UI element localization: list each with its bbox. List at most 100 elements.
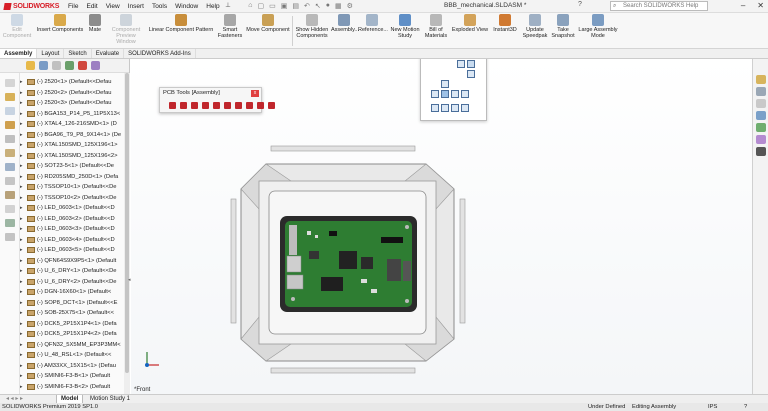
menu-edit[interactable]: Edit: [86, 3, 97, 10]
pcb-exclude-icon[interactable]: [257, 102, 264, 109]
tree-item[interactable]: ▸ (-) XTAL150SMD_125X196<2>: [20, 151, 124, 162]
menu-help[interactable]: Help: [206, 3, 219, 10]
menu-tools[interactable]: Tools: [152, 3, 167, 10]
tree-item[interactable]: ▸ (-) U_6_DRY<2> (Default<<De: [20, 277, 124, 288]
tab-sketch[interactable]: Sketch: [64, 49, 92, 58]
mate-group-icon[interactable]: [5, 191, 15, 199]
pcb-import-icon[interactable]: [169, 102, 176, 109]
expand-arrow-icon[interactable]: ▸: [20, 132, 27, 138]
expand-arrow-icon[interactable]: ▸: [20, 289, 27, 295]
scrollbar-thumb[interactable]: [125, 73, 129, 373]
reference-geometry-button[interactable]: Reference...: [358, 14, 388, 33]
expand-arrow-icon[interactable]: ▸: [20, 373, 27, 379]
filter-icon[interactable]: [5, 107, 15, 115]
expand-arrow-icon[interactable]: ▸: [20, 184, 27, 190]
design-library-icon[interactable]: [756, 87, 766, 96]
view-dimetric-icon[interactable]: [451, 104, 459, 112]
tree-item[interactable]: ▸ (-) U_48_RSL<1> (Default<<: [20, 350, 124, 361]
expand-arrow-icon[interactable]: ▸: [20, 153, 27, 159]
pcb-tools-close-button[interactable]: x: [251, 90, 259, 97]
view-isometric-icon[interactable]: [431, 104, 439, 112]
view-right-icon[interactable]: [451, 90, 459, 98]
view-palette-icon[interactable]: [756, 111, 766, 120]
expand-arrow-icon[interactable]: ▸: [20, 258, 27, 264]
pcb-update-icon[interactable]: [213, 102, 220, 109]
tab-motion-study-1[interactable]: Motion Study 1: [86, 395, 134, 403]
expand-arrow-icon[interactable]: ▸: [20, 205, 27, 211]
tree-item[interactable]: ▸ (-) LED_0603<4> (Default<<D: [20, 235, 124, 246]
tree-item[interactable]: ▸ (-) RD205SMD_250D<1> (Defa: [20, 172, 124, 183]
exploded-view-button[interactable]: Exploded View: [450, 14, 490, 33]
expand-arrow-icon[interactable]: ▸: [20, 163, 27, 169]
expand-arrow-icon[interactable]: ▸: [20, 195, 27, 201]
expand-arrow-icon[interactable]: ▸: [20, 384, 27, 390]
part-icon[interactable]: [5, 149, 15, 157]
pin-icon[interactable]: ⟂: [226, 2, 231, 10]
minimize-icon[interactable]: –: [741, 1, 745, 10]
rebuild-icon[interactable]: ●: [326, 2, 330, 10]
menu-view[interactable]: View: [106, 3, 120, 10]
insert-components-button[interactable]: Insert Components: [35, 14, 85, 33]
edit-component-button[interactable]: Edit Component: [2, 14, 32, 39]
pcb-save-icon[interactable]: [235, 102, 242, 109]
annotation-icon[interactable]: [5, 233, 15, 241]
history-icon[interactable]: [5, 135, 15, 143]
tree-item[interactable]: ▸ (-) LED_0603<1> (Default<<D: [20, 203, 124, 214]
select-icon[interactable]: ↖: [315, 2, 321, 10]
status-units[interactable]: IPS: [708, 403, 717, 411]
tree-item[interactable]: ▸ (-) LED_0603<3> (Default<<D: [20, 224, 124, 235]
tree-item[interactable]: ▸ (-) SMINI6-F3-B<2> (Default: [20, 382, 124, 393]
large-assembly-mode-button[interactable]: Large Assembly Mode: [577, 14, 619, 39]
expand-arrow-icon[interactable]: ▸: [20, 331, 27, 337]
assembly-icon[interactable]: [5, 93, 15, 101]
update-speedpak-button[interactable]: Update Speedpak: [520, 14, 550, 39]
component-icon[interactable]: [5, 121, 15, 129]
component-preview-window-button[interactable]: Component Preview Window: [106, 14, 146, 45]
view-front-icon[interactable]: [467, 60, 475, 68]
tree-item[interactable]: ▸ (-) SMINI6-F3-B<1> (Default: [20, 371, 124, 382]
expand-arrow-icon[interactable]: ▸: [20, 121, 27, 127]
expand-arrow-icon[interactable]: ▸: [20, 90, 27, 96]
expand-arrow-icon[interactable]: ▸: [20, 279, 27, 285]
configuration-manager-tab-icon[interactable]: [52, 61, 61, 70]
tree-item[interactable]: ▸ (-) LED_0603<2> (Default<<D: [20, 214, 124, 225]
view-normal-to-icon[interactable]: [441, 90, 449, 98]
property-manager-tab-icon[interactable]: [39, 61, 48, 70]
expand-arrow-icon[interactable]: ▸: [20, 174, 27, 180]
tree-item[interactable]: ▸ (-) AM33XX_15X15<1> (Defau: [20, 361, 124, 372]
dimxpert-tab-icon[interactable]: [65, 61, 74, 70]
expand-arrow-icon[interactable]: ▸: [20, 342, 27, 348]
assembly-features-button[interactable]: Assembly...: [331, 14, 359, 33]
tree-item[interactable]: ▸ (-) SOB-25X75<1> (Default<<: [20, 308, 124, 319]
tree-item[interactable]: ▸ (-) DCK5_2P15X1P4<2> (Defa: [20, 329, 124, 340]
view-left-icon[interactable]: [441, 80, 449, 88]
expand-arrow-icon[interactable]: ▸: [20, 216, 27, 222]
bill-of-materials-button[interactable]: Bill of Materials: [424, 14, 448, 39]
tree-item[interactable]: ▸ (-) DCK5_2P15X1P4<1> (Defa: [20, 319, 124, 330]
expand-arrow-icon[interactable]: ▸: [20, 111, 27, 117]
menu-insert[interactable]: Insert: [128, 3, 144, 10]
tab-assembly[interactable]: Assembly: [0, 49, 38, 58]
expand-arrow-icon[interactable]: ▸: [20, 100, 27, 106]
expand-arrow-icon[interactable]: ▸: [20, 79, 27, 85]
tree-item[interactable]: ▸ (-) QFN32_5X5MM_EP3P3MM<: [20, 340, 124, 351]
undo-icon[interactable]: ↶: [304, 2, 310, 10]
feature-tree-scrollbar[interactable]: [124, 73, 130, 394]
tab-evaluate[interactable]: Evaluate: [92, 49, 125, 58]
tree-item[interactable]: ▸ (-) TSSOP10<2> (Default<<De: [20, 193, 124, 204]
tab-layout[interactable]: Layout: [37, 49, 65, 58]
enclosure-model[interactable]: [211, 139, 501, 383]
new-icon[interactable]: ▢: [258, 2, 265, 10]
solidworks-logo[interactable]: SOLIDWORKS: [0, 2, 68, 10]
view-selector-icon[interactable]: [457, 60, 465, 68]
tree-item[interactable]: ▸ (-) TSSOP10<1> (Default<<De: [20, 182, 124, 193]
feature-tree-tab-icon[interactable]: [26, 61, 35, 70]
tree-item[interactable]: ▸ (-) U_6_DRY<1> (Default<<De: [20, 266, 124, 277]
display-manager-tab-icon[interactable]: [78, 61, 87, 70]
tree-item[interactable]: ▸ (-) LED_0603<5> (Default<<D: [20, 245, 124, 256]
options-icon[interactable]: ⚙: [347, 2, 353, 10]
view-top-icon[interactable]: [431, 90, 439, 98]
tree-item[interactable]: ▸ (-) BGA153_P14_P5_11P5X13<: [20, 109, 124, 120]
expand-arrow-icon[interactable]: ▸: [20, 321, 27, 327]
move-component-button[interactable]: Move Component: [245, 14, 291, 33]
